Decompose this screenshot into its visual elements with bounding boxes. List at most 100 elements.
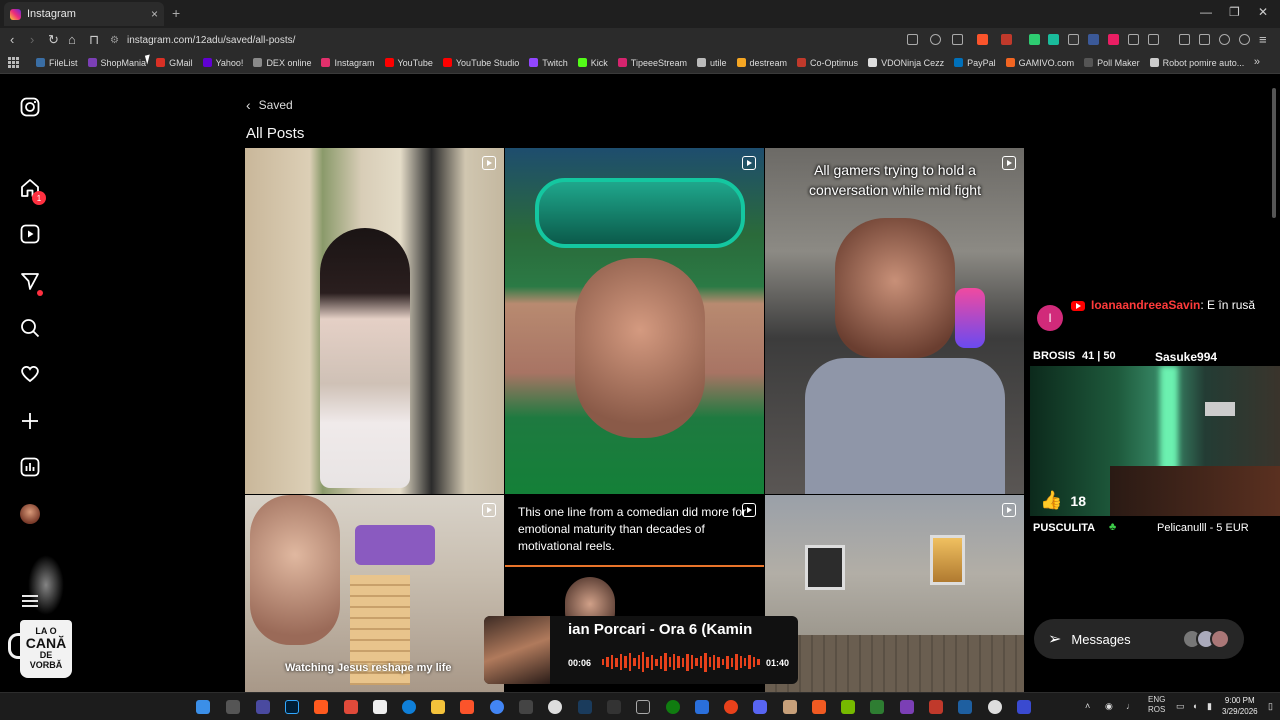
vpn-icon[interactable] [1239, 34, 1250, 45]
bookmark-item[interactable]: YouTube Studio [442, 58, 519, 68]
extension-teal-icon[interactable] [1048, 34, 1059, 45]
extension-green-icon[interactable] [1029, 34, 1040, 45]
bookmark-item[interactable]: GMail [156, 58, 193, 68]
xbox-icon[interactable] [666, 700, 680, 714]
notifications-center-icon[interactable]: ▯ [1268, 701, 1273, 712]
saved-post[interactable] [765, 495, 1024, 692]
site-info-icon[interactable]: ⚙ [110, 35, 119, 46]
bookmark-item[interactable]: ShopMania [87, 58, 146, 68]
bookmark-item[interactable]: Co-Optimus [797, 58, 858, 68]
browser-tab-instagram[interactable]: Instagram × [4, 2, 164, 26]
bookmark-item[interactable]: Twitch [529, 58, 568, 68]
bookmark-item[interactable]: Instagram [321, 58, 375, 68]
new-tab-button[interactable]: + [172, 5, 180, 21]
bookmark-item[interactable]: FileList [36, 58, 78, 68]
saved-post[interactable]: All gamers trying to hold a conversation… [765, 148, 1024, 494]
brave-rewards-icon[interactable] [1001, 34, 1012, 45]
wallet-icon[interactable] [1199, 34, 1210, 45]
bookmark-item[interactable]: Robot pomire auto... [1149, 58, 1244, 68]
instagram-logo-icon[interactable] [19, 96, 41, 118]
bookmark-item[interactable]: TipeeeStream [617, 58, 687, 68]
close-window-icon[interactable]: ✕ [1258, 5, 1268, 19]
share-icon[interactable] [952, 34, 963, 45]
app-icon[interactable] [724, 700, 738, 714]
edge-icon[interactable] [402, 700, 416, 714]
apps-grid-icon[interactable] [8, 56, 20, 69]
app-icon[interactable] [812, 700, 826, 714]
file-explorer-icon[interactable] [431, 700, 445, 714]
app-icon[interactable] [870, 700, 884, 714]
battery-icon[interactable]: ▮ [1207, 701, 1212, 712]
microphone-icon[interactable]: ♩ [1126, 701, 1135, 711]
app-icon[interactable] [314, 700, 328, 714]
extension-d-icon[interactable] [1068, 34, 1079, 45]
app-icon[interactable] [256, 700, 270, 714]
bookmark-item[interactable]: DEX online [253, 58, 311, 68]
app-icon[interactable] [695, 700, 709, 714]
extension-translate-icon[interactable] [1088, 34, 1099, 45]
reload-icon[interactable]: ↻ [48, 32, 59, 48]
app-icon[interactable] [1017, 700, 1031, 714]
tray-overflow-icon[interactable]: ˄ [1085, 701, 1090, 711]
volume-icon[interactable]: ◖ [1192, 701, 1197, 711]
bookmarks-more-button[interactable]: » [1254, 56, 1260, 68]
bookmark-item[interactable]: GAMIVO.com [1005, 58, 1074, 68]
photoshop-icon[interactable] [285, 700, 299, 714]
home-icon[interactable]: ⌂ [68, 32, 76, 47]
minimize-icon[interactable]: — [1200, 5, 1212, 19]
bookmark-item[interactable]: VDONinja Cezz [868, 58, 944, 68]
notifications-heart-icon[interactable] [19, 363, 41, 385]
create-plus-icon[interactable] [19, 410, 41, 432]
dashboard-nav-icon[interactable] [19, 456, 41, 478]
reels-nav-icon[interactable] [19, 223, 41, 245]
app-icon[interactable] [344, 700, 358, 714]
app-icon[interactable] [929, 700, 943, 714]
steam-icon[interactable] [578, 700, 592, 714]
app-icon[interactable] [900, 700, 914, 714]
system-clock[interactable]: 9:00 PM 3/29/2026 [1222, 695, 1258, 717]
menu-icon[interactable]: ≡ [1259, 32, 1267, 47]
bookmark-item[interactable]: Kick [577, 58, 608, 68]
epic-games-icon[interactable] [636, 700, 650, 714]
network-icon[interactable]: ▭ [1176, 701, 1185, 712]
profile-avatar[interactable] [19, 503, 41, 525]
extension-pink-icon[interactable] [1108, 34, 1119, 45]
bookmark-item[interactable]: PayPal [954, 58, 996, 68]
search-nav-icon[interactable] [19, 317, 41, 339]
task-view-icon[interactable] [226, 700, 240, 714]
bookmark-item[interactable]: Yahoo! [202, 58, 243, 68]
bookmark-icon[interactable]: ⊓ [89, 32, 99, 48]
obs-icon[interactable] [548, 700, 562, 714]
brave-icon[interactable] [460, 700, 474, 714]
saved-post[interactable] [245, 148, 504, 494]
back-to-saved-link[interactable]: ‹ Saved [246, 97, 293, 113]
start-windows-icon[interactable] [196, 700, 210, 714]
tray-app-icon[interactable]: ◉ [1105, 701, 1113, 712]
bookmark-item[interactable]: Poll Maker [1084, 58, 1140, 68]
app-icon[interactable] [988, 700, 1002, 714]
saved-post[interactable]: Watching Jesus reshape my life [245, 495, 504, 692]
address-bar[interactable]: ⚙ instagram.com/12adu/saved/all-posts/ [110, 31, 890, 49]
messages-button[interactable]: ➢ Messages [1034, 619, 1244, 659]
brave-shield-icon[interactable] [977, 34, 988, 45]
app-icon[interactable] [783, 700, 797, 714]
tab-close-icon[interactable]: × [151, 7, 158, 21]
forward-arrow-icon[interactable]: › [30, 32, 34, 47]
saved-post[interactable] [505, 148, 764, 494]
chrome-icon[interactable] [490, 700, 504, 714]
sidebar-toggle-icon[interactable] [1179, 34, 1190, 45]
extension-box-icon[interactable] [1148, 34, 1159, 45]
extensions-puzzle-icon[interactable] [1128, 34, 1139, 45]
discord-icon[interactable] [753, 700, 767, 714]
app-icon[interactable] [607, 700, 621, 714]
leo-ai-icon[interactable] [1219, 34, 1230, 45]
bookmark-item[interactable]: YouTube [384, 58, 433, 68]
page-scrollbar[interactable] [1272, 88, 1276, 218]
nvidia-icon[interactable] [841, 700, 855, 714]
bookmark-item[interactable]: destream [736, 58, 787, 68]
direct-messages-nav-icon[interactable] [19, 270, 41, 292]
back-arrow-icon[interactable]: ‹ [10, 32, 14, 47]
language-indicator[interactable]: ENG ROS [1148, 695, 1165, 715]
bookmark-item[interactable]: utile [697, 58, 727, 68]
restore-icon[interactable]: ❐ [1229, 5, 1240, 19]
